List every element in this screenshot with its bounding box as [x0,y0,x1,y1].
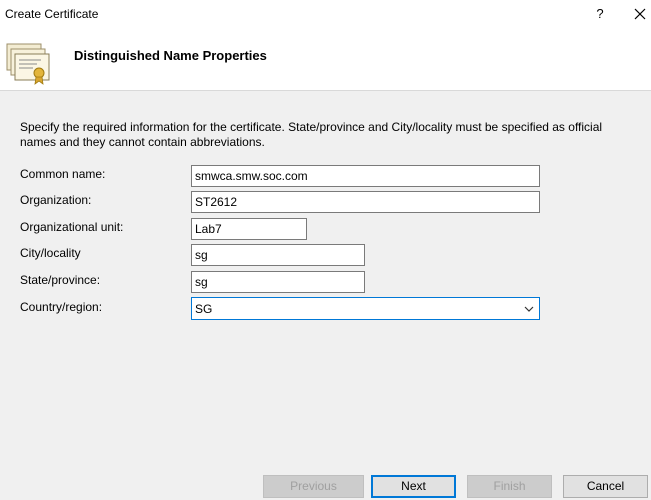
certificate-icon [6,43,50,85]
common-name-label: Common name: [20,167,106,181]
country-region-select[interactable]: SG [191,297,540,320]
finish-button[interactable]: Finish [467,475,552,498]
common-name-field[interactable] [191,165,540,187]
help-button[interactable]: ? [588,4,612,24]
window-title: Create Certificate [5,7,99,21]
chevron-down-icon [524,306,534,312]
page-title: Distinguished Name Properties [74,48,267,63]
city-locality-field[interactable] [191,244,365,266]
previous-button[interactable]: Previous [263,475,364,498]
organization-label: Organization: [20,193,92,207]
close-icon [634,8,646,20]
country-region-label: Country/region: [20,300,103,314]
organization-field[interactable] [191,191,540,213]
state-province-field[interactable] [191,271,365,293]
title-bar: Create Certificate ? [0,0,651,28]
instructions-text: Specify the required information for the… [20,120,603,149]
organizational-unit-label: Organizational unit: [20,220,124,234]
city-locality-label: City/locality [20,246,81,260]
country-region-value: SG [195,302,213,316]
next-button[interactable]: Next [371,475,456,498]
wizard-header: Distinguished Name Properties [0,28,651,91]
cancel-button[interactable]: Cancel [563,475,648,498]
organizational-unit-field[interactable] [191,218,307,240]
create-certificate-dialog: Create Certificate ? Distinguished Name … [0,0,651,500]
close-button[interactable] [630,4,650,24]
state-province-label: State/province: [20,273,101,287]
